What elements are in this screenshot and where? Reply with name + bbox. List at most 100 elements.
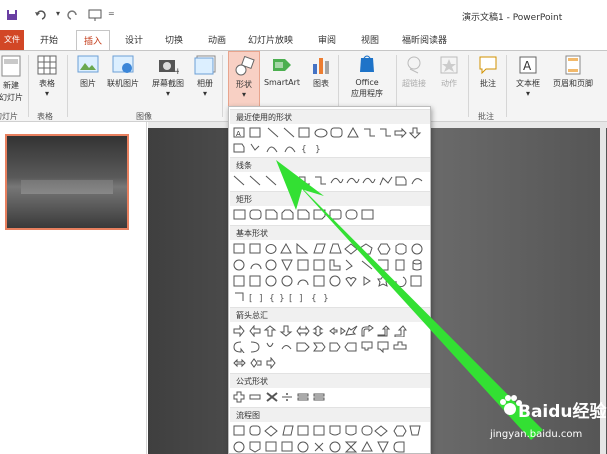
undo-dropdown-icon[interactable]: ▾: [56, 9, 60, 18]
tab-insert[interactable]: 插入: [76, 30, 111, 51]
hyperlink-button[interactable]: 超链接: [400, 55, 428, 89]
shapes-row-basic-1[interactable]: [233, 243, 429, 255]
shapes-row-basic-4[interactable]: [] {} [] {}: [233, 291, 429, 303]
customize-icon[interactable]: =: [108, 9, 115, 18]
header-footer-button[interactable]: 页眉和页脚: [548, 55, 598, 89]
shapes-row-basic-3[interactable]: [233, 275, 429, 287]
tab-animations[interactable]: 动画: [208, 33, 226, 46]
shapes-row-recent-1[interactable]: A: [233, 127, 429, 139]
picture-icon: [77, 55, 99, 73]
slide-thumbnail[interactable]: [5, 134, 129, 230]
comment-icon: [479, 56, 497, 75]
screenshot-label: 屏幕截图: [152, 79, 184, 88]
title-bar: ▾ = 演示文稿1 - PowerPoint: [0, 0, 607, 30]
smartart-button[interactable]: SmartArt: [262, 55, 302, 87]
tab-slideshow[interactable]: 幻灯片放映: [248, 33, 293, 46]
shapes-row-equations[interactable]: [233, 391, 429, 403]
shapes-row-arrows-2[interactable]: [233, 341, 429, 353]
table-icon: [37, 55, 57, 75]
ribbon-separator: [67, 55, 68, 117]
tab-design[interactable]: 设计: [125, 33, 143, 46]
table-button[interactable]: 表格 ▾: [35, 55, 59, 98]
svg-text:]: ]: [299, 294, 303, 303]
group-label-comments: 批注: [478, 112, 494, 121]
section-flowchart: 流程图: [230, 407, 430, 422]
group-label-images: 图像: [136, 112, 152, 121]
svg-text:{: {: [269, 294, 275, 303]
ribbon-separator: [506, 55, 507, 117]
shapes-row-basic-2[interactable]: [233, 259, 429, 271]
picture-button[interactable]: 图片: [76, 55, 100, 89]
section-basic-shapes: 基本形状: [230, 225, 430, 240]
group-label-table: 表格: [37, 112, 53, 121]
comment-button[interactable]: 批注: [474, 55, 502, 89]
tab-file[interactable]: 文件: [0, 30, 24, 50]
chart-button[interactable]: 图表: [308, 55, 334, 89]
svg-text:A: A: [523, 59, 532, 73]
header-footer-icon: [565, 55, 581, 75]
online-picture-icon: [112, 55, 134, 73]
smartart-icon: [273, 59, 291, 71]
tab-transitions[interactable]: 切换: [165, 33, 183, 46]
present-icon[interactable]: [88, 9, 102, 24]
online-picture-button[interactable]: 联机图片: [104, 55, 142, 89]
office-apps-label-1: Office: [355, 78, 379, 87]
svg-text:[: [: [289, 294, 293, 303]
shapes-row-flowchart-2[interactable]: [233, 441, 429, 453]
action-label: 动作: [441, 79, 457, 88]
svg-text:}: }: [315, 145, 321, 154]
office-apps-button[interactable]: Office 应用程序: [342, 55, 392, 99]
comment-label: 批注: [480, 79, 496, 88]
ribbon-separator: [468, 55, 469, 117]
svg-text:]: ]: [259, 294, 263, 303]
new-slide-icon: [1, 55, 21, 77]
redo-icon[interactable]: [67, 9, 79, 24]
tab-foxit[interactable]: 福昕阅读器: [402, 33, 447, 46]
section-equation-shapes: 公式形状: [230, 373, 430, 388]
header-footer-label: 页眉和页脚: [553, 79, 593, 88]
shapes-row-flowchart-1[interactable]: [233, 425, 429, 437]
window-title: 演示文稿1 - PowerPoint: [462, 13, 563, 23]
shapes-row-rectangles[interactable]: [233, 209, 429, 221]
watermark-brand: Baidu经验: [518, 402, 607, 422]
section-lines: 线条: [230, 157, 430, 172]
shapes-row-recent-2[interactable]: {}: [233, 142, 429, 154]
shapes-row-lines[interactable]: [233, 175, 429, 187]
textbox-label: 文本框: [516, 79, 540, 88]
store-icon: [360, 55, 374, 72]
shapes-button[interactable]: 形状 ▾: [228, 51, 260, 107]
album-dropdown-icon: ▾: [202, 89, 207, 98]
slide-thumbnail-bar: [21, 180, 113, 194]
album-label: 相册: [197, 79, 213, 88]
shapes-row-arrows-3[interactable]: [233, 357, 429, 369]
shapes-dropdown-icon: ▾: [241, 90, 246, 99]
action-button[interactable]: 动作: [436, 55, 462, 89]
screenshot-button[interactable]: + 屏幕截图 ▾: [148, 55, 188, 98]
tab-review[interactable]: 审阅: [318, 33, 336, 46]
new-slide-label-2: 幻灯片: [0, 93, 23, 102]
save-icon[interactable]: [6, 9, 18, 24]
shapes-row-arrows-1[interactable]: [233, 325, 429, 337]
textbox-button[interactable]: A 文本框 ▾: [512, 55, 544, 98]
section-recent-shapes: 最近使用的形状: [230, 109, 430, 124]
svg-text:{: {: [301, 145, 307, 154]
tab-view[interactable]: 视图: [361, 33, 379, 46]
album-button[interactable]: 相册 ▾: [194, 55, 216, 98]
section-block-arrows: 箭头总汇: [230, 307, 430, 322]
ribbon-separator: [28, 55, 29, 117]
action-icon: [440, 56, 458, 74]
undo-icon[interactable]: [34, 9, 48, 24]
tab-home[interactable]: 开始: [40, 33, 58, 46]
picture-label: 图片: [80, 79, 96, 88]
svg-text:[: [: [249, 294, 253, 303]
svg-text:}: }: [279, 294, 285, 303]
textbox-icon: A: [519, 56, 537, 74]
table-label: 表格: [39, 79, 55, 88]
shapes-gallery: 最近使用的形状 A {} 线条 矩形 基本形状 [] {} [] {} 箭头总汇 公式…: [228, 106, 431, 454]
svg-text:{: {: [311, 294, 317, 303]
office-apps-label-2: 应用程序: [351, 89, 383, 98]
new-slide-button[interactable]: 新建 幻灯片: [0, 55, 26, 103]
watermark-url: jingyan.baidu.com: [490, 429, 583, 440]
section-rectangles: 矩形: [230, 191, 430, 206]
online-picture-label: 联机图片: [107, 79, 139, 88]
